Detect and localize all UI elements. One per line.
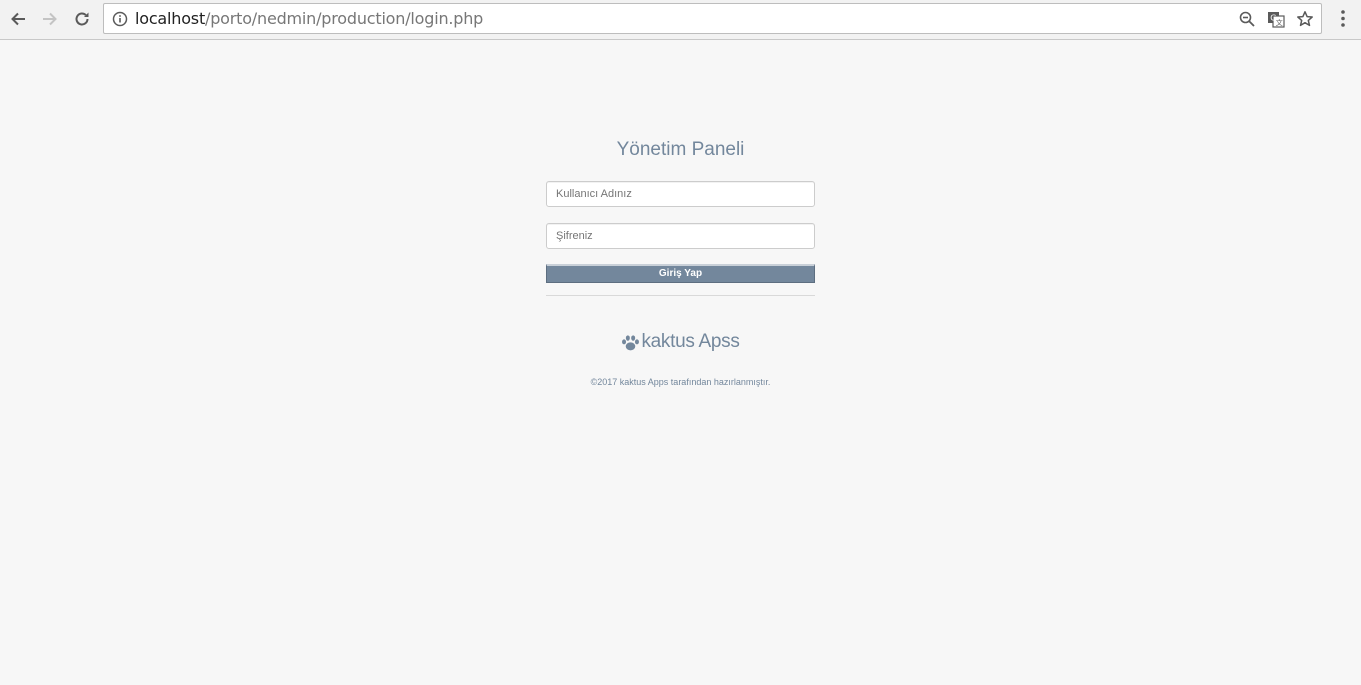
back-arrow-icon bbox=[11, 12, 25, 26]
star-icon bbox=[1297, 11, 1313, 27]
url-host: localhost bbox=[135, 9, 206, 28]
forward-arrow-icon bbox=[43, 12, 57, 26]
kebab-menu-icon bbox=[1341, 10, 1345, 27]
zoom-out-icon bbox=[1239, 11, 1255, 27]
username-input[interactable] bbox=[546, 181, 815, 207]
translate-button[interactable]: G 文 bbox=[1266, 9, 1286, 29]
brand-logo: kaktus Apss bbox=[546, 331, 815, 353]
back-button[interactable] bbox=[5, 6, 31, 32]
browser-menu-button[interactable] bbox=[1333, 8, 1353, 30]
reload-button[interactable] bbox=[69, 6, 95, 32]
translate-icon: G 文 bbox=[1268, 12, 1285, 28]
page-title: Yönetim Paneli bbox=[616, 139, 745, 160]
bookmark-button[interactable] bbox=[1295, 9, 1315, 29]
brand-name: kaktus Apss bbox=[641, 331, 740, 352]
svg-text:文: 文 bbox=[1276, 18, 1283, 27]
reload-icon bbox=[75, 12, 89, 26]
separator bbox=[546, 295, 815, 296]
paw-icon bbox=[622, 334, 640, 350]
zoom-button[interactable] bbox=[1237, 9, 1257, 29]
url-text[interactable]: localhost/porto/nedmin/production/login.… bbox=[135, 10, 483, 28]
browser-toolbar: localhost/porto/nedmin/production/login.… bbox=[0, 0, 1361, 40]
copyright-text: ©2017 kaktus Apps tarafından hazırlanmış… bbox=[590, 377, 771, 387]
forward-button[interactable] bbox=[37, 6, 63, 32]
password-input[interactable] bbox=[546, 223, 815, 249]
url-path: /porto/nedmin/production/login.php bbox=[205, 9, 484, 28]
address-bar[interactable]: localhost/porto/nedmin/production/login.… bbox=[103, 3, 1322, 34]
info-icon[interactable] bbox=[112, 11, 128, 27]
login-button[interactable]: Giriş Yap bbox=[546, 264, 815, 283]
